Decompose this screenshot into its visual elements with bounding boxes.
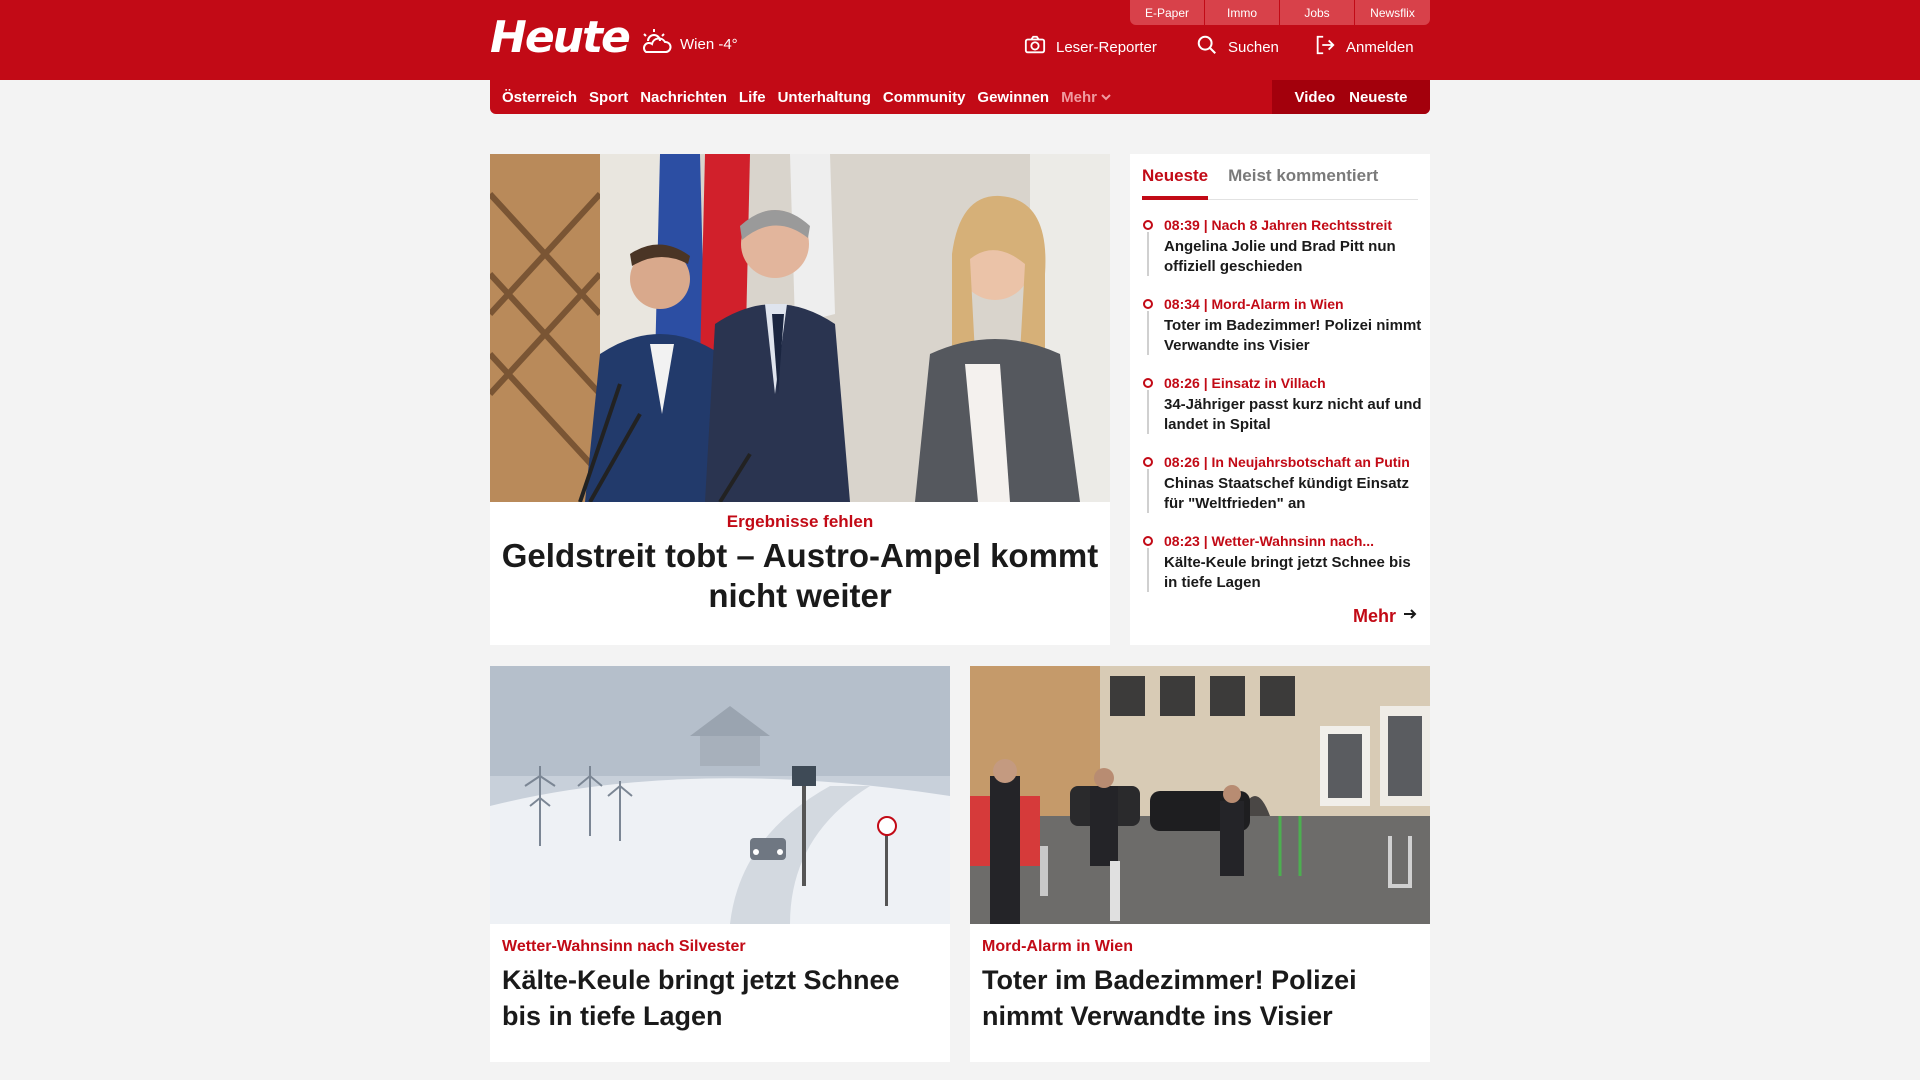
news-item-title[interactable]: Toter im Badezimmer! Polizei nimmt Verwa… <box>1164 316 1422 356</box>
card-headline[interactable]: Toter im Badezimmer! Polizei nimmt Verwa… <box>982 962 1422 1034</box>
site-logo[interactable]: Heute <box>490 14 631 62</box>
tab-newsflix[interactable]: Newsflix <box>1355 0 1430 25</box>
sidebar-tabs: Neueste Meist kommentiert <box>1142 162 1418 200</box>
search-icon <box>1196 34 1218 60</box>
card-kicker: Mord-Alarm in Wien <box>982 938 1133 955</box>
leser-reporter-button[interactable]: Leser-Reporter <box>1024 34 1157 60</box>
list-item[interactable]: 08:26 | Einsatz in Villach 34-Jähriger p… <box>1142 374 1422 453</box>
hero-photo[interactable] <box>490 154 1110 502</box>
news-item-meta: 08:39 | Nach 8 Jahren Rechtsstreit <box>1164 217 1393 233</box>
article-card-crime[interactable]: Mord-Alarm in Wien Toter im Badezimmer! … <box>970 666 1430 1062</box>
top-service-tabs: E-Paper Immo Jobs Newsflix <box>1130 0 1430 25</box>
list-item[interactable]: 08:26 | In Neujahrsbotschaft an Putin Ch… <box>1142 453 1422 532</box>
list-item[interactable]: 08:39 | Nach 8 Jahren Rechtsstreit Angel… <box>1142 216 1422 295</box>
news-item-title[interactable]: Angelina Jolie und Brad Pitt nun offizie… <box>1164 237 1422 277</box>
news-item-meta: 08:34 | Mord-Alarm in Wien <box>1164 296 1344 312</box>
timeline-line <box>1147 232 1149 276</box>
nav-item-neueste[interactable]: Neueste <box>1349 89 1407 106</box>
login-button[interactable]: Anmelden <box>1314 34 1414 60</box>
news-ticker-list: 08:39 | Nach 8 Jahren Rechtsstreit Angel… <box>1142 216 1422 611</box>
tab-neueste[interactable]: Neueste <box>1142 162 1209 200</box>
sidebar-more-label: Mehr <box>1352 606 1396 626</box>
latest-news-sidebar: Neueste Meist kommentiert 08:39 | Nach 8… <box>1130 154 1430 645</box>
weather-widget[interactable]: Wien -4° <box>640 28 738 60</box>
nav-more-dropdown[interactable]: Mehr <box>1061 89 1111 106</box>
list-item[interactable]: 08:34 | Mord-Alarm in Wien Toter im Bade… <box>1142 295 1422 374</box>
nav-item-life[interactable]: Life <box>739 89 766 106</box>
login-icon <box>1314 34 1336 60</box>
search-label: Suchen <box>1228 38 1279 56</box>
nav-item-unterhaltung[interactable]: Unterhaltung <box>778 89 871 106</box>
nav-item-oesterreich[interactable]: Österreich <box>502 89 577 106</box>
hero-kicker: Ergebnisse fehlen <box>726 512 874 531</box>
news-item-meta: 08:26 | Einsatz in Villach <box>1164 375 1326 391</box>
nav-item-community[interactable]: Community <box>883 89 966 106</box>
timeline-dot-icon <box>1143 536 1153 546</box>
timeline-line <box>1147 469 1149 513</box>
arrow-right-icon <box>1402 606 1418 627</box>
chevron-down-icon <box>1101 89 1111 106</box>
news-item-title[interactable]: Chinas Staatschef kündigt Einsatz für "W… <box>1164 474 1422 514</box>
timeline-line <box>1147 390 1149 434</box>
snow-photo[interactable] <box>490 666 950 924</box>
search-button[interactable]: Suchen <box>1196 34 1279 60</box>
nav-item-sport[interactable]: Sport <box>589 89 628 106</box>
sidebar-more-link[interactable]: Mehr <box>1353 606 1418 627</box>
tab-meist-kommentiert[interactable]: Meist kommentiert <box>1228 162 1378 199</box>
hero-article[interactable]: Ergebnisse fehlen Geldstreit tobt – Aust… <box>490 154 1110 645</box>
tab-e-paper[interactable]: E-Paper <box>1130 0 1205 25</box>
list-item[interactable]: 08:23 | Wetter-Wahnsinn nach... Kälte-Ke… <box>1142 532 1422 611</box>
timeline-dot-icon <box>1143 457 1153 467</box>
card-headline[interactable]: Kälte-Keule bringt jetzt Schnee bis in t… <box>502 962 942 1034</box>
news-item-meta: 08:23 | Wetter-Wahnsinn nach... <box>1164 533 1375 549</box>
police-photo[interactable] <box>970 666 1430 924</box>
timeline-line <box>1147 548 1149 592</box>
weather-cloud-sun-icon <box>640 28 672 60</box>
nav-item-nachrichten[interactable]: Nachrichten <box>640 89 727 106</box>
news-item-title[interactable]: 34-Jähriger passt kurz nicht auf und lan… <box>1164 395 1422 435</box>
tab-jobs[interactable]: Jobs <box>1280 0 1355 25</box>
article-card-weather[interactable]: Wetter-Wahnsinn nach Silvester Kälte-Keu… <box>490 666 950 1062</box>
main-navigation: Österreich Sport Nachrichten Life Unterh… <box>490 80 1430 114</box>
news-item-meta: 08:26 | In Neujahrsbotschaft an Putin <box>1164 454 1410 470</box>
timeline-dot-icon <box>1143 378 1153 388</box>
timeline-line <box>1147 311 1149 355</box>
timeline-dot-icon <box>1143 299 1153 309</box>
timeline-dot-icon <box>1143 220 1153 230</box>
weather-text: Wien -4° <box>680 35 738 53</box>
leser-reporter-label: Leser-Reporter <box>1056 38 1157 56</box>
tab-immo[interactable]: Immo <box>1205 0 1280 25</box>
camera-icon <box>1024 34 1046 60</box>
nav-highlight-group: Video Neueste <box>1272 80 1430 114</box>
nav-more-label: Mehr <box>1061 88 1097 106</box>
login-label: Anmelden <box>1346 38 1414 56</box>
hero-headline[interactable]: Geldstreit tobt – Austro-Ampel kommt nic… <box>490 536 1110 616</box>
card-kicker: Wetter-Wahnsinn nach Silvester <box>502 938 746 955</box>
top-header <box>0 0 1920 80</box>
nav-item-video[interactable]: Video <box>1295 89 1336 106</box>
nav-item-gewinnen[interactable]: Gewinnen <box>977 89 1049 106</box>
news-item-title[interactable]: Kälte-Keule bringt jetzt Schnee bis in t… <box>1164 553 1422 593</box>
